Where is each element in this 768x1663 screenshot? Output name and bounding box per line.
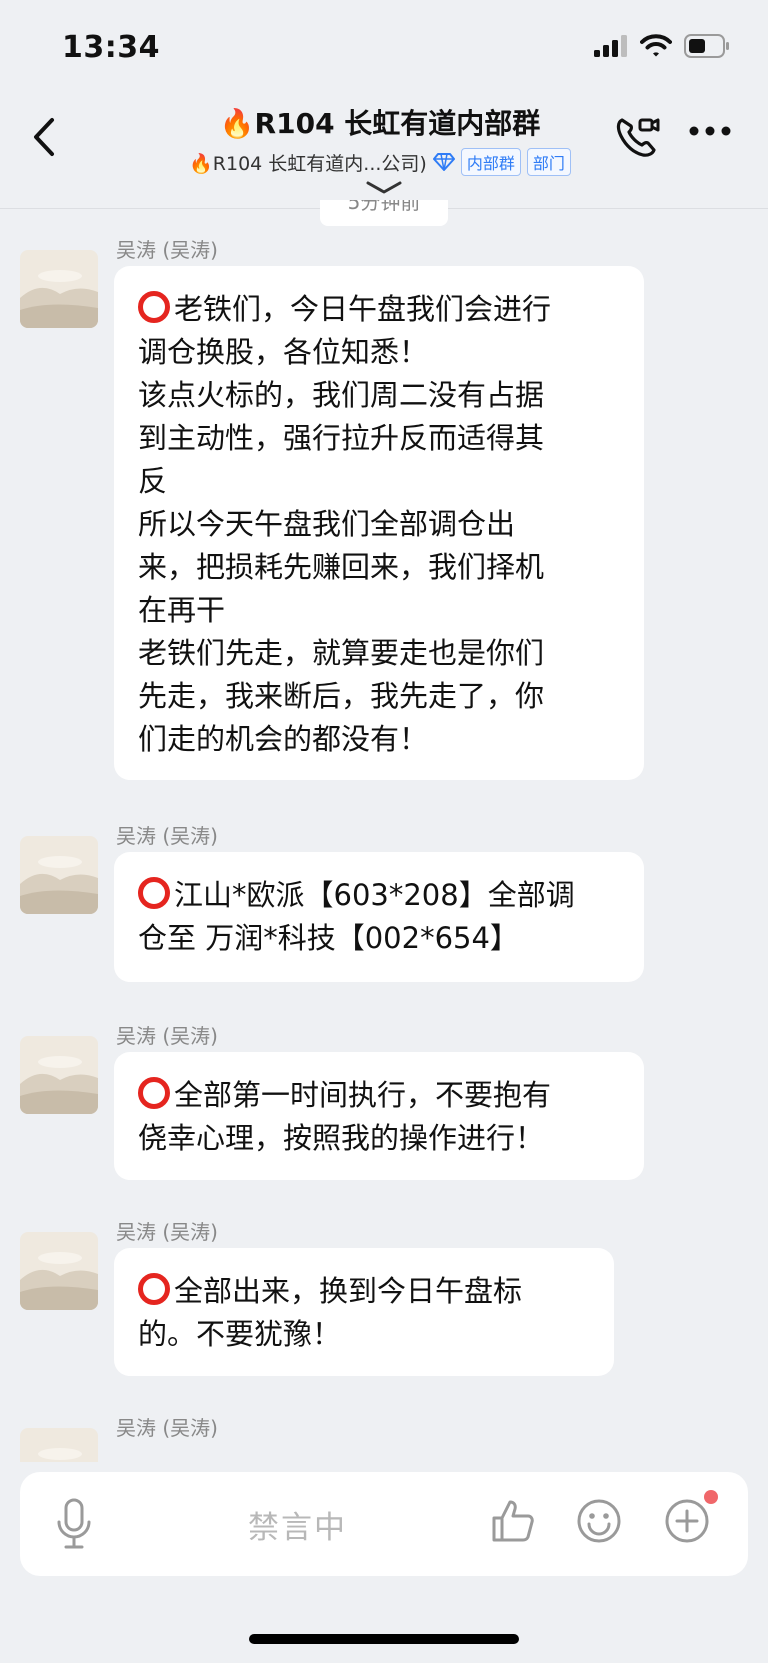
- landscape-avatar-icon: [20, 250, 98, 328]
- chat-header: 🔥R104 长虹有道内部群 🔥R104 长虹有道内...公司) 内部群 部门: [0, 96, 768, 209]
- group-subtitle: 🔥R104 长虹有道内...公司): [189, 152, 427, 175]
- message-bubble[interactable]: 全部第一时间执行，不要抱有 侥幸心理，按照我的操作进行！: [114, 1052, 644, 1180]
- sender-name: 吴涛 (吴涛): [116, 1024, 218, 1048]
- message-bubble[interactable]: 全部出来，换到今日午盘标 的。不要犹豫！: [114, 1248, 614, 1376]
- cellular-signal-icon: [594, 35, 627, 57]
- sender-name: 吴涛 (吴涛): [116, 824, 218, 848]
- landscape-avatar-icon: [20, 1036, 98, 1114]
- avatar[interactable]: [20, 836, 98, 914]
- message-line: 们走的机会的都没有！: [138, 722, 429, 756]
- department-tag: 部门: [526, 148, 571, 176]
- avatar[interactable]: [20, 1036, 98, 1114]
- status-time: 13:34: [62, 30, 160, 65]
- more-actions-button[interactable]: [664, 1498, 710, 1548]
- phone-video-icon: [616, 118, 660, 157]
- message-bubble[interactable]: 老铁们，今日午盘我们会进行 调仓换股，各位知悉！ 该点火标的，我们周二没有占据 …: [114, 266, 644, 780]
- group-subtitle-row: 🔥R104 长虹有道内...公司) 内部群 部门: [140, 148, 620, 176]
- landscape-avatar-icon: [20, 836, 98, 914]
- red-circle-icon: [138, 1273, 170, 1305]
- message-line: 在再干: [138, 593, 226, 627]
- message-line: 该点火标的，我们周二没有占据: [138, 378, 545, 412]
- group-title-block[interactable]: 🔥R104 长虹有道内部群 🔥R104 长虹有道内...公司) 内部群 部门: [140, 102, 620, 176]
- thumbs-up-icon: [492, 1500, 534, 1542]
- wifi-icon: [640, 34, 672, 57]
- message-line: 仓至 万润*科技【002*654】: [138, 921, 519, 955]
- more-dots-icon: [689, 126, 731, 136]
- message-line: 江山*欧派【603*208】全部调: [138, 874, 620, 917]
- sender-name: 吴涛 (吴涛): [116, 1416, 218, 1440]
- voice-button[interactable]: [56, 1498, 92, 1554]
- like-button[interactable]: [490, 1498, 536, 1548]
- message-list[interactable]: 吴涛 (吴涛) 老铁们，今日午盘我们会进行 调仓换股，各位知悉！ 该点火标的，我…: [0, 210, 768, 1462]
- expand-header-button[interactable]: [364, 178, 404, 202]
- diamond-icon: [432, 153, 455, 171]
- more-button[interactable]: [688, 122, 732, 141]
- avatar[interactable]: [20, 250, 98, 328]
- back-button[interactable]: [24, 112, 64, 162]
- message-line: 反: [138, 464, 168, 498]
- status-bar: 13:34: [0, 0, 768, 96]
- message-line: 调仓换股，各位知悉！: [138, 335, 429, 369]
- muted-status-text: 禁言中: [248, 1510, 347, 1546]
- emoji-button[interactable]: [576, 1498, 622, 1548]
- message-line: 的。不要犹豫！: [138, 1317, 342, 1351]
- message-bubble[interactable]: 江山*欧派【603*208】全部调 仓至 万润*科技【002*654】: [114, 852, 644, 982]
- group-title: 🔥R104 长虹有道内部群: [219, 107, 541, 140]
- landscape-avatar-icon: [20, 1232, 98, 1310]
- video-call-button[interactable]: [612, 112, 662, 166]
- notification-dot: [704, 1490, 718, 1504]
- message-line: 到主动性，强行拉升反而适得其: [138, 421, 545, 455]
- red-circle-icon: [138, 291, 170, 323]
- landscape-avatar-icon: [20, 1428, 98, 1462]
- message-line: 所以今天午盘我们全部调仓出: [138, 507, 516, 541]
- red-circle-icon: [138, 1077, 170, 1109]
- plus-circle-icon: [665, 1499, 709, 1543]
- smiley-icon: [577, 1499, 621, 1543]
- message-line: 老铁们，今日午盘我们会进行: [138, 288, 620, 331]
- internal-group-tag: 内部群: [460, 148, 521, 176]
- message-line: 全部第一时间执行，不要抱有: [138, 1074, 620, 1117]
- home-indicator[interactable]: [249, 1634, 519, 1644]
- battery-icon: [684, 34, 729, 58]
- status-icons: [594, 34, 730, 58]
- input-bar: 禁言中: [0, 1462, 768, 1663]
- message-line: 先走，我来断后，我先走了，你: [138, 679, 545, 713]
- chevron-left-icon: [34, 118, 54, 156]
- input-panel: 禁言中: [20, 1472, 748, 1576]
- avatar[interactable]: [20, 1232, 98, 1310]
- message-line: 侥幸心理，按照我的操作进行！: [138, 1121, 545, 1155]
- avatar[interactable]: [20, 1428, 98, 1462]
- message-line: 全部出来，换到今日午盘标: [138, 1270, 590, 1313]
- chevron-down-icon: [366, 181, 402, 194]
- microphone-icon: [57, 1498, 91, 1549]
- red-circle-icon: [138, 877, 170, 909]
- message-line: 老铁们先走，就算要走也是你们: [138, 636, 545, 670]
- sender-name: 吴涛 (吴涛): [116, 1220, 218, 1244]
- sender-name: 吴涛 (吴涛): [116, 238, 218, 262]
- message-line: 来，把损耗先赚回来，我们择机: [138, 550, 545, 584]
